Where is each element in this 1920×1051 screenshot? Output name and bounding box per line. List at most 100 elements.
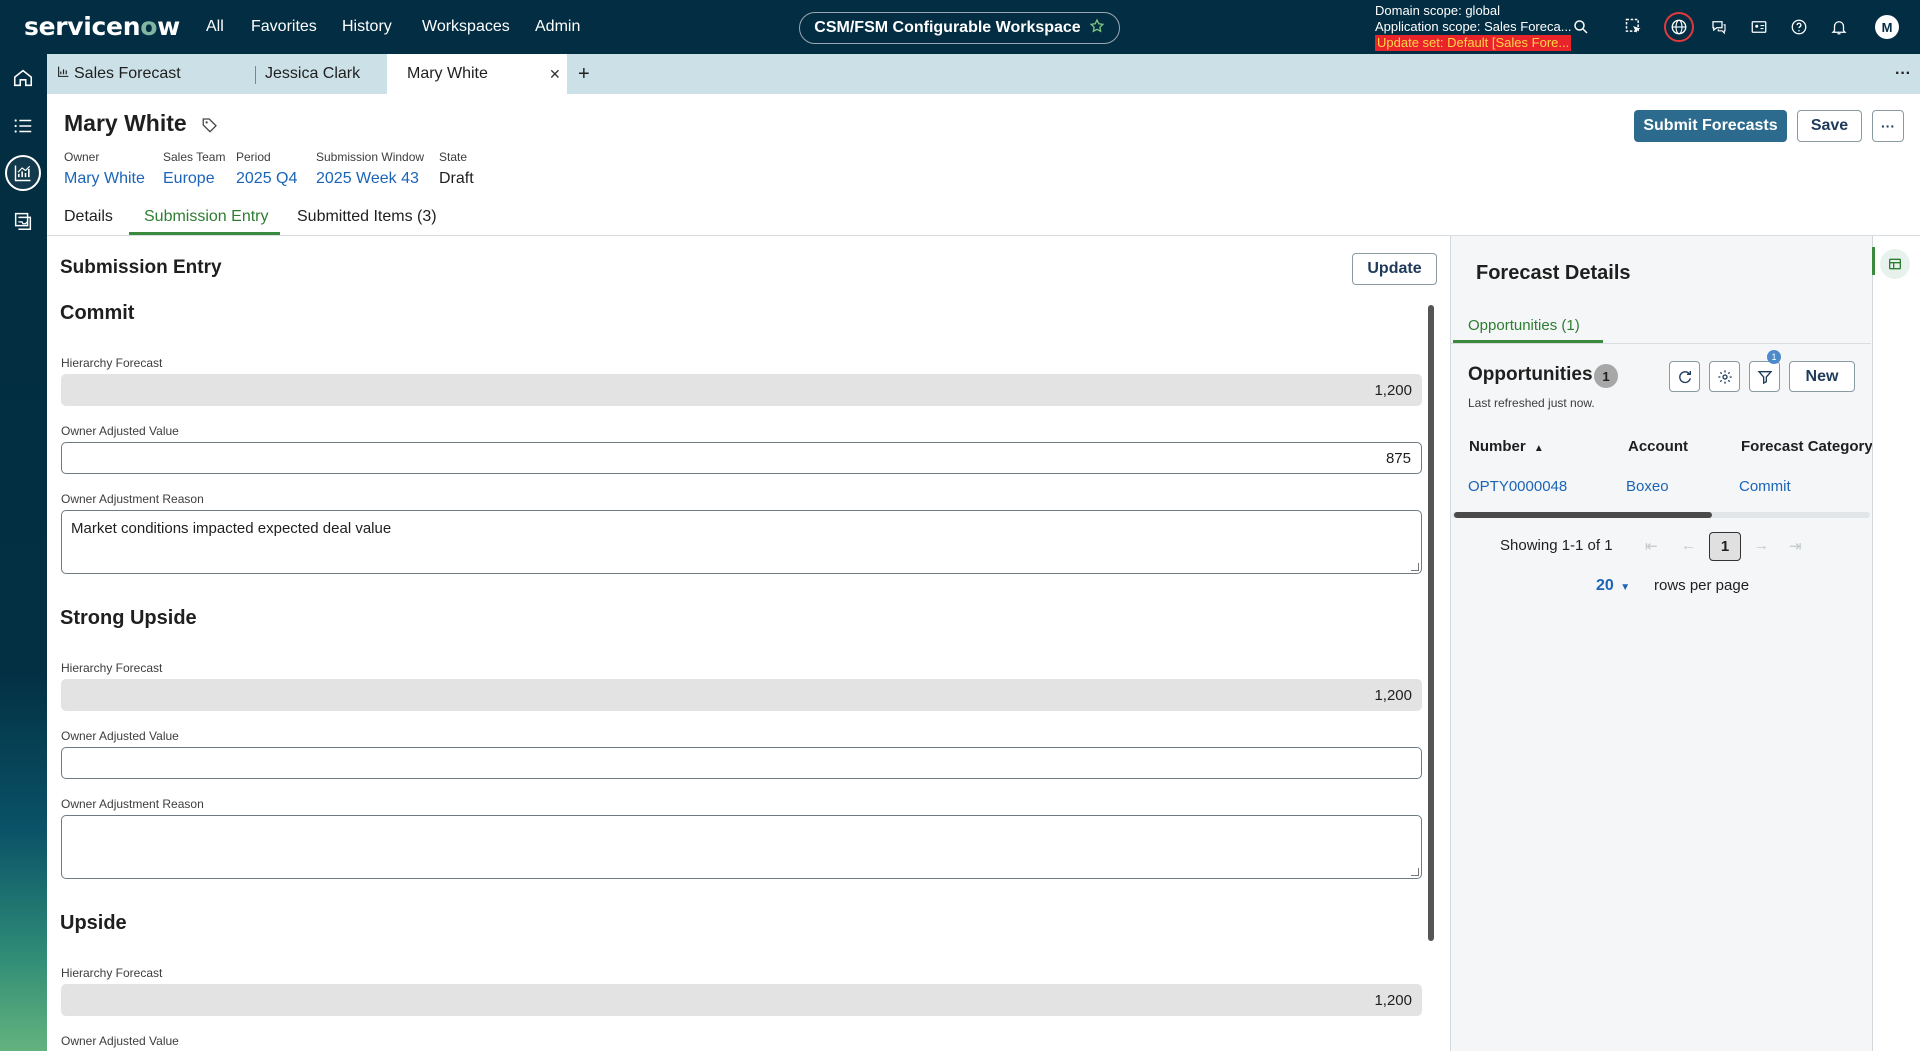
column-label: Number [1469, 438, 1526, 455]
meta-state: State Draft [439, 150, 474, 188]
column-header-forecast-category[interactable]: Forecast Category [1741, 438, 1873, 455]
help-icon[interactable] [1786, 14, 1812, 40]
opportunities-title: Opportunities [1468, 364, 1593, 385]
strong-upside-owner-adjusted-value-input[interactable] [61, 747, 1422, 779]
update-button[interactable]: Update [1352, 253, 1437, 285]
owner-link[interactable]: Mary White [64, 170, 145, 188]
tab-sales-forecast[interactable]: Sales Forecast [47, 54, 207, 94]
home-icon[interactable] [9, 64, 37, 92]
top-navigation-bar: servicenow All Favorites History Workspa… [0, 0, 1920, 54]
strong-upside-owner-adjustment-reason-textarea[interactable] [61, 815, 1422, 879]
section-title-upside: Upside [60, 912, 127, 934]
workspace-switcher[interactable]: CSM/FSM Configurable Workspace [799, 12, 1120, 44]
chart-icon [57, 65, 70, 83]
field-label: Owner Adjustment Reason [61, 797, 204, 811]
user-avatar[interactable]: M [1875, 15, 1899, 39]
submission-window-link[interactable]: 2025 Week 43 [316, 170, 424, 188]
refresh-icon[interactable] [1669, 361, 1700, 392]
sort-ascending-icon: ▲ [1533, 443, 1544, 454]
next-page-icon[interactable]: → [1754, 537, 1769, 554]
previous-page-icon[interactable]: ← [1681, 537, 1696, 554]
period-link[interactable]: 2025 Q4 [236, 170, 297, 188]
workspace-name: CSM/FSM Configurable Workspace [814, 19, 1081, 36]
application-scope: Application scope: Sales Foreca... [1375, 19, 1572, 34]
tab-submitted-items[interactable]: Submitted Items (3) [297, 208, 437, 226]
last-page-icon[interactable]: ⇥ [1789, 537, 1802, 555]
current-page-button[interactable]: 1 [1709, 532, 1741, 561]
search-icon[interactable] [1568, 14, 1594, 40]
contact-card-icon[interactable] [1746, 14, 1772, 40]
column-header-number[interactable]: Number ▲ [1469, 438, 1544, 455]
opportunity-number-link[interactable]: OPTY0000048 [1468, 478, 1567, 495]
add-tab-icon[interactable]: + [578, 54, 598, 94]
resize-handle[interactable] [1411, 563, 1419, 571]
globe-icon[interactable] [1664, 12, 1694, 42]
star-icon[interactable] [1089, 17, 1105, 39]
tab-divider [255, 66, 256, 84]
scope-info[interactable]: Domain scope: global Application scope: … [1375, 3, 1572, 51]
field-label: Owner Adjusted Value [61, 424, 179, 438]
forecast-details-sheet-icon[interactable] [1880, 249, 1910, 279]
left-rail [0, 54, 47, 1051]
tab-submission-entry[interactable]: Submission Entry [144, 208, 269, 226]
menu-all[interactable]: All [206, 18, 224, 36]
account-link[interactable]: Boxeo [1626, 478, 1669, 495]
rows-per-page-value: 20 [1596, 577, 1614, 594]
commit-owner-adjustment-reason-textarea[interactable]: Market conditions impacted expected deal… [61, 510, 1422, 574]
tab-label: Jessica Clark [265, 65, 361, 82]
filter-count-badge: 1 [1767, 350, 1781, 364]
tab-opportunities[interactable]: Opportunities (1) [1468, 317, 1580, 334]
forecast-category-link[interactable]: Commit [1739, 478, 1791, 495]
meta-sales-team: Sales Team Europe [163, 150, 225, 188]
more-actions-button[interactable]: ··· [1872, 110, 1904, 142]
tab-mary-white[interactable]: Mary White ✕ [387, 54, 567, 94]
cursor-select-icon[interactable] [1621, 14, 1647, 40]
chevron-down-icon: ▼ [1620, 582, 1631, 593]
servicenow-logo[interactable]: servicenow [24, 12, 180, 41]
active-rail-indicator [1872, 247, 1875, 275]
strong-upside-hierarchy-forecast-field: 1,200 [61, 679, 1422, 711]
menu-admin[interactable]: Admin [535, 18, 580, 36]
tab-label: Sales Forecast [74, 65, 181, 82]
tag-icon[interactable] [201, 113, 219, 139]
rows-per-page-select[interactable]: 20 ▼ [1596, 577, 1630, 595]
field-label: Owner Adjusted Value [61, 1034, 179, 1048]
column-header-account[interactable]: Account [1628, 438, 1688, 455]
save-button[interactable]: Save [1797, 110, 1862, 142]
filter-icon[interactable] [1749, 361, 1780, 392]
divider [1451, 343, 1871, 344]
list-icon[interactable] [9, 112, 37, 140]
meta-label: Owner [64, 150, 100, 164]
first-page-icon[interactable]: ⇤ [1645, 537, 1658, 555]
horizontal-scrollbar[interactable] [1454, 512, 1712, 518]
forecast-details-panel [1450, 236, 1872, 1051]
rows-per-page-label: rows per page [1654, 577, 1750, 594]
tab-details[interactable]: Details [64, 208, 113, 226]
notifications-bell-icon[interactable] [1826, 14, 1852, 40]
commit-owner-adjusted-value-input[interactable]: 875 [61, 442, 1422, 474]
more-icon[interactable]: ··· [1895, 54, 1915, 94]
menu-history[interactable]: History [342, 18, 392, 36]
settings-gear-icon[interactable] [1709, 361, 1740, 392]
menu-favorites[interactable]: Favorites [251, 18, 317, 36]
inbox-icon[interactable] [9, 207, 37, 235]
domain-scope: Domain scope: global [1375, 3, 1501, 18]
vertical-scrollbar[interactable] [1428, 305, 1434, 941]
field-label: Owner Adjusted Value [61, 729, 179, 743]
resize-handle[interactable] [1411, 868, 1419, 876]
last-refreshed-text: Last refreshed just now. [1468, 396, 1595, 410]
record-title: Mary White [64, 110, 217, 137]
new-button[interactable]: New [1789, 361, 1855, 392]
meta-submission-window: Submission Window 2025 Week 43 [316, 150, 424, 188]
close-icon[interactable]: ✕ [549, 66, 561, 83]
right-contextual-rail [1872, 236, 1920, 1051]
meta-period: Period 2025 Q4 [236, 150, 297, 188]
field-label: Hierarchy Forecast [61, 356, 163, 370]
chat-icon[interactable] [1706, 14, 1732, 40]
meta-owner: Owner Mary White [64, 150, 145, 188]
panel-title: Submission Entry [60, 257, 222, 278]
submit-forecasts-button[interactable]: Submit Forecasts [1634, 110, 1787, 142]
analytics-chart-icon[interactable] [5, 155, 41, 191]
menu-workspaces[interactable]: Workspaces [422, 18, 510, 36]
sales-team-link[interactable]: Europe [163, 170, 225, 188]
